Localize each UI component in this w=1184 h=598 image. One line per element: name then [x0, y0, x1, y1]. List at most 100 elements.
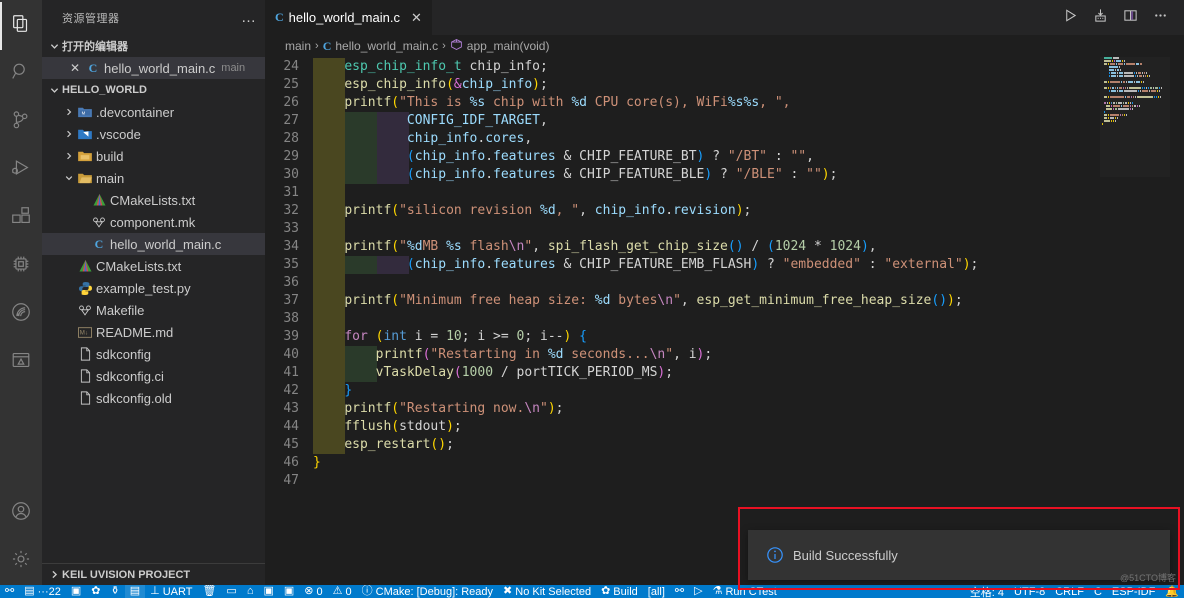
- code-content[interactable]: esp_chip_info_t chip_info; esp_chip_info…: [313, 57, 1184, 585]
- svg-text:M: M: [82, 111, 86, 116]
- open-editor-label: hello_world_main.c: [104, 60, 216, 76]
- status-item-cmake-build[interactable]: ✿ Build: [596, 585, 643, 598]
- activity-item-accounts[interactable]: [0, 489, 42, 537]
- code-line[interactable]: esp_chip_info(&chip_info);: [313, 76, 1184, 94]
- code-text: esp_chip_info_t chip_info;: [344, 59, 548, 74]
- code-line[interactable]: vTaskDelay(1000 / portTICK_PERIOD_MS);: [313, 364, 1184, 382]
- status-item-flash-device[interactable]: ⚱: [105, 585, 124, 598]
- code-line[interactable]: printf("Restarting now.\n");: [313, 400, 1184, 418]
- code-line[interactable]: [313, 310, 1184, 328]
- status-item-problems[interactable]: ⊗ 0: [299, 585, 327, 598]
- tree-file-cmakelists-main[interactable]: CMakeLists.txt: [42, 189, 265, 211]
- code-line[interactable]: chip_info.cores,: [313, 130, 1184, 148]
- code-line[interactable]: [313, 220, 1184, 238]
- split-editor-button[interactable]: [1116, 4, 1144, 32]
- sidebar-more-actions-button[interactable]: …: [241, 10, 257, 25]
- status-item-step-over[interactable]: ▣: [258, 585, 278, 598]
- tree-file-hello-world-main-c[interactable]: C hello_world_main.c: [42, 233, 265, 255]
- breadcrumb-separator: ›: [315, 40, 319, 52]
- breadcrumb-separator: ›: [442, 40, 446, 52]
- status-item-cmake-debug-target[interactable]: ⚯: [670, 585, 689, 598]
- tree-label: hello_world_main.c: [110, 236, 222, 252]
- tree-file-makefile[interactable]: Makefile: [42, 299, 265, 321]
- code-line[interactable]: printf("%dMB %s flash\n", spi_flash_get_…: [313, 238, 1184, 256]
- tree-file-sdkconfig-old[interactable]: sdkconfig.old: [42, 387, 265, 409]
- status-item-cmake-launch[interactable]: ▷: [689, 585, 707, 598]
- code-line[interactable]: [313, 472, 1184, 490]
- code-line[interactable]: }: [313, 382, 1184, 400]
- code-line[interactable]: (chip_info.features & CHIP_FEATURE_EMB_F…: [313, 256, 1184, 274]
- tree-folder-vscode[interactable]: .vscode: [42, 123, 265, 145]
- status-item-erase-flash[interactable]: 🗑: [197, 585, 221, 598]
- status-item-device-target[interactable]: ▣: [66, 585, 86, 598]
- run-button[interactable]: [1056, 4, 1084, 32]
- open-editor-item[interactable]: ✕ C hello_world_main.c main: [42, 57, 265, 79]
- code-line[interactable]: printf("This is %s chip with %d CPU core…: [313, 94, 1184, 112]
- activity-item-explorer[interactable]: [0, 2, 42, 50]
- code-line[interactable]: fflush(stdout);: [313, 418, 1184, 436]
- code-line[interactable]: (chip_info.features & CHIP_FEATURE_BLE) …: [313, 166, 1184, 184]
- breadcrumb-item-file[interactable]: C hello_world_main.c: [323, 39, 438, 54]
- code-line[interactable]: (chip_info.features & CHIP_FEATURE_BT) ?…: [313, 148, 1184, 166]
- status-item-serial-port[interactable]: ▤ ···22: [19, 585, 66, 598]
- section-open-editors[interactable]: 打开的编辑器: [42, 35, 265, 57]
- breadcrumb-item-main[interactable]: main: [285, 39, 311, 53]
- status-item-open-terminal[interactable]: ▭: [221, 585, 241, 598]
- minimap[interactable]: [1100, 57, 1170, 585]
- code-line[interactable]: CONFIG_IDF_TARGET,: [313, 112, 1184, 130]
- more-actions-button[interactable]: [1146, 4, 1174, 32]
- tree-file-sdkconfig[interactable]: sdkconfig: [42, 343, 265, 365]
- status-item-monitor-device[interactable]: ▤: [124, 585, 146, 598]
- status-item-uart-selector[interactable]: ⊥ UART: [145, 585, 197, 598]
- tree-folder-main[interactable]: main: [42, 167, 265, 189]
- status-item-warnings[interactable]: ⚠ 0: [328, 585, 357, 598]
- tree-file-cmakelists-root[interactable]: CMakeLists.txt: [42, 255, 265, 277]
- activity-item-settings[interactable]: [0, 537, 42, 585]
- activity-item-search[interactable]: [0, 50, 42, 98]
- status-item-advanced[interactable]: ⌂: [242, 585, 259, 598]
- tree-folder-build[interactable]: build: [42, 145, 265, 167]
- status-item-cmake-target[interactable]: [all]: [643, 585, 670, 598]
- code-line[interactable]: for (int i = 10; i >= 0; i--) {: [313, 328, 1184, 346]
- tree-file-readme-md[interactable]: M↓ README.md: [42, 321, 265, 343]
- tree-file-example-test-py[interactable]: example_test.py: [42, 277, 265, 299]
- status-item-build-gear[interactable]: ✿: [86, 585, 105, 598]
- section-workspace[interactable]: HELLO_WORLD: [42, 79, 265, 101]
- notification-toast[interactable]: Build Successfully: [748, 530, 1170, 580]
- main-body: 资源管理器 … 打开的编辑器 ✕ C hello_world_main.c ma…: [0, 0, 1184, 585]
- flash-download-button[interactable]: [1086, 4, 1114, 32]
- activity-item-espressif-chip[interactable]: [0, 242, 42, 290]
- close-icon[interactable]: ✕: [411, 10, 422, 26]
- code-line[interactable]: printf("Minimum free heap size: %d bytes…: [313, 292, 1184, 310]
- tree-file-sdkconfig-ci[interactable]: sdkconfig.ci: [42, 365, 265, 387]
- close-icon[interactable]: ✕: [66, 61, 84, 75]
- section-keil-uvision-project[interactable]: KEIL UVISION PROJECT: [42, 563, 265, 585]
- status-item-run-task[interactable]: ▣: [279, 585, 299, 598]
- minimap-line: [1100, 96, 1170, 98]
- code-line[interactable]: printf("Restarting in %d seconds...\n", …: [313, 346, 1184, 364]
- activity-item-preview-window[interactable]: [0, 338, 42, 386]
- tree-file-component-mk[interactable]: component.mk: [42, 211, 265, 233]
- breadcrumb-item-symbol[interactable]: app_main(void): [450, 38, 549, 54]
- tab-hello-world-main-c[interactable]: C hello_world_main.c ✕: [265, 0, 433, 35]
- activity-item-wifi[interactable]: [0, 290, 42, 338]
- activity-item-source-control[interactable]: [0, 98, 42, 146]
- status-item-cmake-kit[interactable]: ✖ No Kit Selected: [498, 585, 596, 598]
- code-line[interactable]: [313, 274, 1184, 292]
- files-icon: [10, 13, 32, 40]
- code-line[interactable]: }: [313, 454, 1184, 472]
- line-number: 27: [283, 113, 299, 128]
- code-line[interactable]: esp_restart();: [313, 436, 1184, 454]
- status-item-remote-indicator[interactable]: ⚯: [0, 585, 19, 598]
- code-line[interactable]: printf("silicon revision %d, ", chip_inf…: [313, 202, 1184, 220]
- vertical-scrollbar[interactable]: [1170, 57, 1184, 585]
- activity-item-run-debug[interactable]: [0, 146, 42, 194]
- tree-folder-devcontainer[interactable]: M .devcontainer: [42, 101, 265, 123]
- code-text: printf("Minimum free heap size: %d bytes…: [344, 293, 963, 308]
- code-editor[interactable]: 24 25 26 27 28 29 30 31 32 33 34 35 36 37 38 39 40 41 42 43…: [265, 57, 1184, 585]
- code-line[interactable]: [313, 184, 1184, 202]
- build-icon: ✿: [601, 585, 611, 597]
- status-item-cmake-status[interactable]: ⓘ CMake: [Debug]: Ready: [357, 585, 498, 598]
- code-line[interactable]: esp_chip_info_t chip_info;: [313, 58, 1184, 76]
- activity-item-extensions[interactable]: [0, 194, 42, 242]
